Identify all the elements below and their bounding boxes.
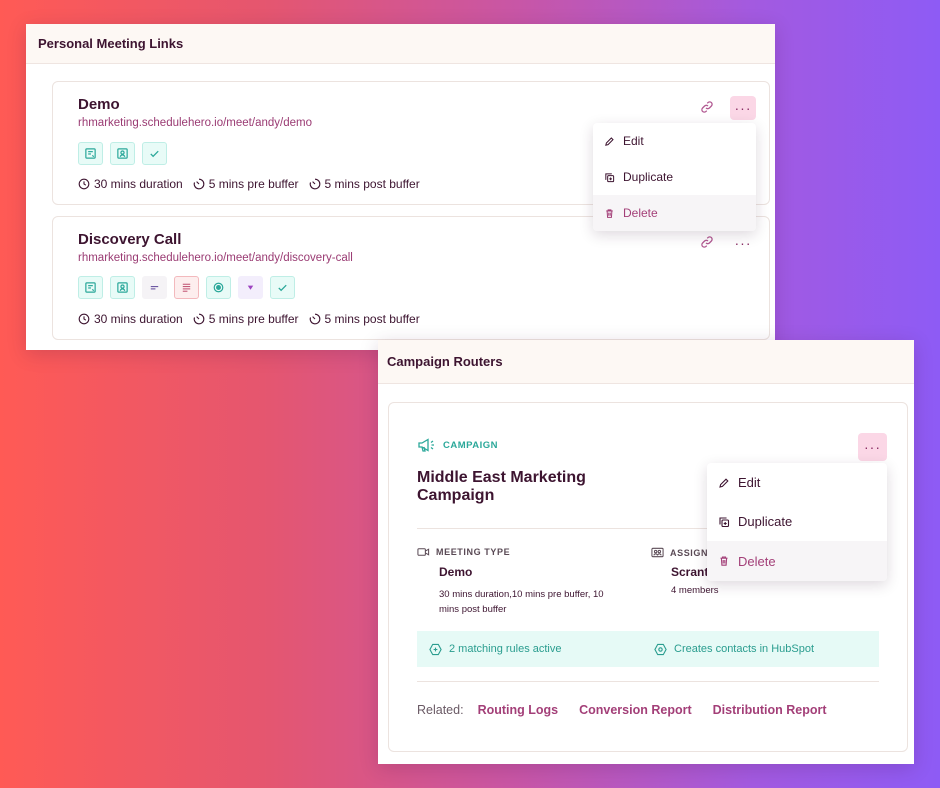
panel-title: Campaign Routers <box>378 340 914 384</box>
hubspot-contacts-text: Creates contacts in HubSpot <box>674 643 815 655</box>
pre-buffer-meta: 5 mins pre buffer <box>193 312 299 326</box>
divider <box>417 681 879 682</box>
feature-icon-row <box>78 276 295 299</box>
meeting-link-title: Demo <box>78 96 120 113</box>
duration-meta: 30 mins duration <box>78 177 183 191</box>
menu-item-label: Delete <box>738 553 776 569</box>
meeting-type-value: Demo <box>439 565 473 579</box>
trash-icon <box>606 208 613 218</box>
meeting-link-card-discovery-call: Discovery Call rhmarketing.schedulehero.… <box>52 216 770 340</box>
routing-logs-link[interactable]: Routing Logs <box>478 703 559 717</box>
trash-icon <box>720 556 728 566</box>
duplicate-icon <box>605 172 615 182</box>
meeting-type-details: 30 mins duration,10 mins pre buffer, 10 … <box>439 589 604 615</box>
pre-buffer-text: 5 mins pre buffer <box>208 177 299 191</box>
timer-icon <box>309 178 320 190</box>
more-options-button[interactable]: ··· <box>858 433 887 461</box>
short-text-icon[interactable] <box>142 276 167 299</box>
rules-summary-bar: 2 matching rules active Creates contacts… <box>417 631 879 667</box>
check-icon[interactable] <box>270 276 295 299</box>
assign-value: Scrant <box>671 565 709 579</box>
meeting-link-url[interactable]: rhmarketing.schedulehero.io/meet/andy/di… <box>78 252 353 264</box>
menu-item-label: Edit <box>623 134 644 148</box>
duplicate-icon <box>719 516 730 527</box>
assign-label-text: ASSIGN <box>670 547 709 558</box>
menu-item-edit[interactable]: Edit <box>593 123 756 159</box>
assign-label: ASSIGN <box>651 547 708 558</box>
pre-buffer-text: 5 mins pre buffer <box>208 312 299 326</box>
meeting-meta-row: 30 mins duration 5 mins pre buffer 5 min… <box>78 312 420 326</box>
menu-item-duplicate[interactable]: Duplicate <box>707 502 887 541</box>
form-icon[interactable] <box>78 276 103 299</box>
campaign-options-menu: Edit Duplicate Delete <box>707 463 887 581</box>
menu-item-label: Edit <box>738 475 761 490</box>
check-icon[interactable] <box>142 142 167 165</box>
duration-text: 30 mins duration <box>94 312 183 326</box>
timer-icon <box>193 313 205 325</box>
radio-icon[interactable] <box>206 276 231 299</box>
menu-item-duplicate[interactable]: Duplicate <box>593 159 756 195</box>
matching-rules-text: 2 matching rules active <box>449 643 562 655</box>
clock-icon <box>78 178 90 190</box>
personal-meeting-links-panel: Personal Meeting Links Demo rhmarketing.… <box>26 24 775 350</box>
related-label: Related: <box>417 703 464 717</box>
pencil-icon <box>719 477 729 488</box>
campaign-router-card: CAMPAIGN Middle East Marketing Campaign … <box>388 402 908 752</box>
distribution-report-link[interactable]: Distribution Report <box>713 703 827 717</box>
menu-item-delete[interactable]: Delete <box>707 541 887 581</box>
hubspot-icon <box>654 643 667 655</box>
timer-icon <box>309 313 320 325</box>
conversion-report-link[interactable]: Conversion Report <box>579 703 692 717</box>
meeting-link-title: Discovery Call <box>78 231 182 248</box>
duration-text: 30 mins duration <box>94 177 183 191</box>
post-buffer-meta: 5 mins post buffer <box>309 177 420 191</box>
copy-link-icon[interactable] <box>700 235 716 251</box>
meeting-link-options-menu: Edit Duplicate Delete <box>593 123 756 231</box>
pencil-icon <box>605 136 614 146</box>
matching-rules: 2 matching rules active <box>429 643 562 656</box>
pre-buffer-meta: 5 mins pre buffer <box>193 177 299 191</box>
campaign-tag-label: CAMPAIGN <box>443 439 499 451</box>
more-options-button[interactable]: ··· <box>730 231 756 255</box>
menu-item-label: Duplicate <box>738 514 793 529</box>
more-options-button[interactable]: ··· <box>730 96 756 120</box>
hubspot-contacts: Creates contacts in HubSpot <box>654 643 814 656</box>
campaign-routers-panel: Campaign Routers CAMPAIGN Middle East Ma… <box>378 340 914 764</box>
related-links: Related: Routing Logs Conversion Report … <box>417 703 827 717</box>
rules-icon <box>429 643 442 655</box>
meeting-link-url[interactable]: rhmarketing.schedulehero.io/meet/andy/de… <box>78 117 312 129</box>
duration-meta: 30 mins duration <box>78 312 183 326</box>
assign-members: 4 members <box>671 585 719 596</box>
clock-icon <box>78 313 90 325</box>
menu-item-delete[interactable]: Delete <box>593 195 756 231</box>
campaign-tag: CAMPAIGN <box>417 437 498 453</box>
post-buffer-text: 5 mins post buffer <box>324 177 420 191</box>
copy-link-icon[interactable] <box>700 100 716 116</box>
menu-item-edit[interactable]: Edit <box>707 463 887 502</box>
meeting-type-label: MEETING TYPE <box>417 547 510 557</box>
contact-card-icon[interactable] <box>110 142 135 165</box>
contact-card-icon[interactable] <box>110 276 135 299</box>
dropdown-icon[interactable] <box>238 276 263 299</box>
post-buffer-meta: 5 mins post buffer <box>309 312 420 326</box>
team-icon <box>651 547 664 558</box>
long-text-icon[interactable] <box>174 276 199 299</box>
menu-item-label: Duplicate <box>623 170 674 184</box>
timer-icon <box>193 178 205 190</box>
video-icon <box>417 548 430 556</box>
panel-title: Personal Meeting Links <box>26 24 775 64</box>
campaign-title: Middle East Marketing Campaign <box>417 469 586 504</box>
megaphone-icon <box>418 438 434 452</box>
form-icon[interactable] <box>78 142 103 165</box>
menu-item-label: Delete <box>623 206 658 220</box>
post-buffer-text: 5 mins post buffer <box>324 312 420 326</box>
feature-icon-row <box>78 142 167 165</box>
meeting-type-label-text: MEETING TYPE <box>436 547 511 557</box>
meeting-meta-row: 30 mins duration 5 mins pre buffer 5 min… <box>78 177 420 191</box>
